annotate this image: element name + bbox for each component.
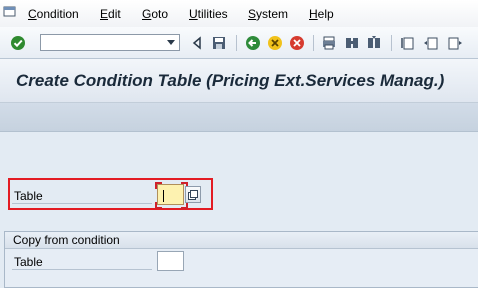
standard-toolbar [0, 27, 478, 59]
copy-table-input[interactable] [157, 251, 184, 271]
save-icon[interactable] [211, 35, 227, 51]
next-page-icon[interactable] [446, 35, 462, 51]
menu-bar: Condition Edit Goto Utilities System Hel… [0, 0, 478, 28]
back-triangle-icon[interactable] [189, 35, 205, 51]
application-toolbar [0, 103, 478, 132]
toolbar-separator [391, 35, 392, 51]
menu-system[interactable]: System [248, 7, 288, 21]
first-page-icon[interactable] [400, 35, 416, 51]
system-menu-icon[interactable] [3, 5, 17, 19]
label-underline [12, 269, 152, 270]
enter-checkmark-icon[interactable] [10, 35, 26, 51]
menu-utilities[interactable]: Utilities [189, 7, 228, 21]
command-field[interactable] [40, 34, 180, 51]
value-help-button[interactable] [185, 186, 201, 203]
title-bar: Create Condition Table (Pricing Ext.Serv… [0, 59, 478, 103]
find-next-icon[interactable] [366, 35, 382, 51]
copy-from-condition-group: Copy from condition [4, 231, 478, 288]
print-icon[interactable] [321, 35, 337, 51]
toolbar-separator [313, 35, 314, 51]
focus-corner [181, 202, 188, 209]
back-arrow-icon[interactable] [245, 35, 261, 51]
menu-condition[interactable]: Condition [28, 7, 79, 21]
label-underline [12, 203, 152, 204]
previous-page-icon[interactable] [423, 35, 439, 51]
group-title: Copy from condition [13, 233, 120, 247]
table-label: Table [14, 189, 43, 203]
focus-corner [155, 202, 162, 209]
focus-corner [155, 182, 162, 189]
menu-help[interactable]: Help [309, 7, 334, 21]
page-title: Create Condition Table (Pricing Ext.Serv… [16, 71, 445, 90]
exit-icon[interactable] [267, 35, 283, 51]
menu-edit[interactable]: Edit [100, 7, 121, 21]
toolbar-separator [236, 35, 237, 51]
possible-entries-icon [188, 189, 198, 200]
menu-goto[interactable]: Goto [142, 7, 168, 21]
cancel-icon[interactable] [289, 35, 305, 51]
group-title-bar: Copy from condition [5, 232, 478, 249]
find-icon[interactable] [344, 35, 360, 51]
copy-table-label: Table [14, 255, 43, 269]
command-dropdown-icon[interactable] [163, 35, 179, 50]
text-cursor [163, 190, 164, 202]
